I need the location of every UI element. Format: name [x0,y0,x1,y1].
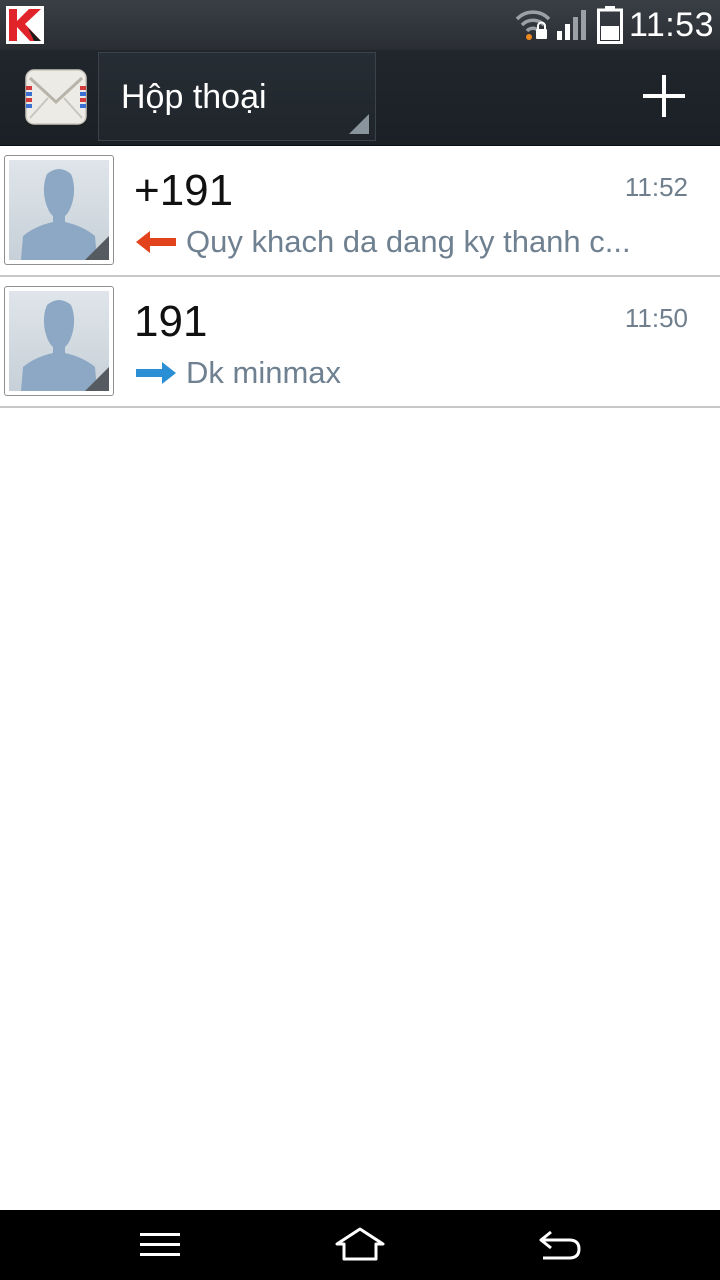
person-silhouette-icon [21,169,109,260]
message-time: 11:52 [624,172,688,202]
wifi-locked-icon [515,10,551,40]
action-bar: Hộp thoại [0,50,720,146]
avatar-image [9,160,109,260]
message-preview: Quy khach da dang ky thanh c... [186,224,631,259]
mailbox-spinner[interactable]: Hộp thoại [98,52,376,141]
clock: 11:53 [628,6,714,44]
message-time: 11:50 [624,303,688,333]
menu-button[interactable] [100,1210,220,1280]
contact-avatar[interactable] [4,155,114,265]
message-preview: Dk minmax [186,355,342,390]
signal-icon [556,10,586,40]
contact-avatar[interactable] [4,286,114,396]
conversation-row[interactable]: 191 11:50 Dk minmax [0,277,720,408]
messaging-app-icon[interactable] [24,66,88,128]
status-icons: 11:53 [515,0,714,50]
conversation-row[interactable]: +191 11:52 Quy khach da dang ky thanh c.… [0,146,720,277]
spinner-label: Hộp thoại [121,78,267,116]
sender-name: +191 [134,166,234,215]
home-icon [335,1227,385,1261]
messaging-screen: 11:53 Hộp thoại +191 11:52 Quy khach da … [0,0,720,1280]
status-bar: 11:53 [0,0,720,50]
new-message-button[interactable] [632,64,696,128]
preview-line: Dk minmax [136,353,696,393]
navigation-bar [0,1210,720,1280]
back-button[interactable] [500,1210,620,1280]
back-icon [539,1230,581,1260]
avatar-image [9,291,109,391]
outgoing-arrow-icon [136,362,176,384]
sender-name: 191 [134,297,208,346]
menu-icon [140,1233,180,1256]
preview-line: Quy khach da dang ky thanh c... [136,222,696,262]
incoming-arrow-icon [136,231,176,253]
home-button[interactable] [300,1210,420,1280]
person-silhouette-icon [21,300,109,391]
conversation-list: +191 11:52 Quy khach da dang ky thanh c.… [0,146,720,408]
kaspersky-icon [6,6,44,44]
dropdown-corner-icon [349,114,369,134]
battery-icon [596,6,623,44]
plus-icon [643,75,685,117]
